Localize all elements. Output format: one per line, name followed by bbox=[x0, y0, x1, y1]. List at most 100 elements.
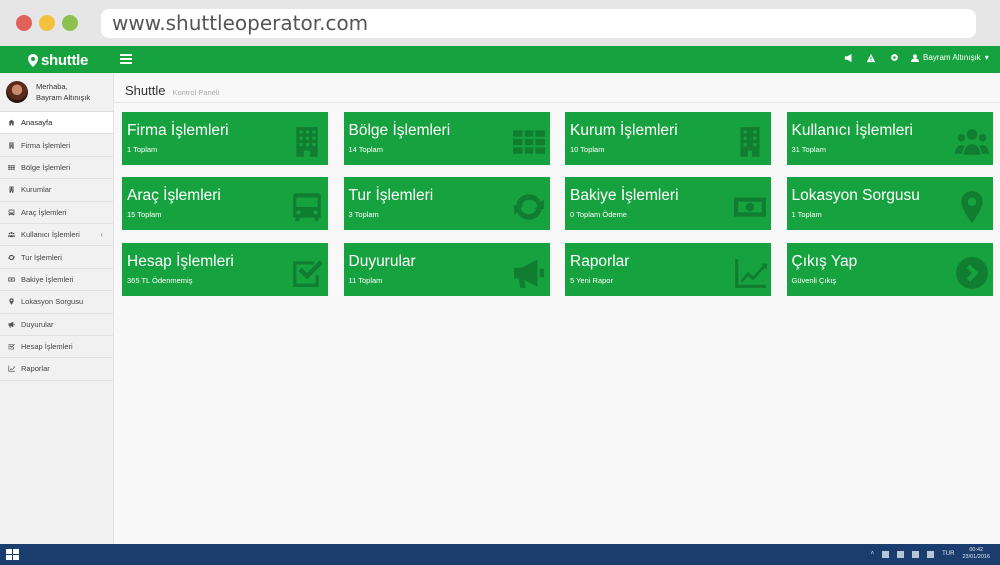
sidebar-item-label: Bölge İşlemleri bbox=[21, 162, 71, 172]
page-subtitle: Kontrol Paneli bbox=[172, 88, 220, 97]
check-square-icon bbox=[290, 256, 324, 290]
sidebar-item-office[interactable]: Kurumlar bbox=[0, 179, 113, 202]
line-chart-icon bbox=[733, 256, 767, 290]
address-bar[interactable]: www.shuttleoperator.com bbox=[101, 9, 976, 38]
home-icon bbox=[8, 119, 15, 126]
network-icon[interactable] bbox=[882, 550, 890, 558]
sidebar-item-bus[interactable]: Araç İşlemleri bbox=[0, 202, 113, 224]
sidebar-item-users[interactable]: Kullanıcı İşlemleri ‹ bbox=[0, 224, 113, 247]
map-marker-icon bbox=[955, 190, 989, 224]
tile-count: 14 Toplam bbox=[348, 145, 383, 154]
bullhorn-icon[interactable] bbox=[843, 53, 855, 65]
tile-money[interactable]: Bakiye İşlemleri 0 Toplam Ödeme bbox=[565, 177, 771, 230]
tile-bullhorn[interactable]: Duyurular 11 Toplam bbox=[343, 243, 550, 296]
close-window-button[interactable] bbox=[16, 15, 32, 31]
users-icon bbox=[954, 125, 989, 159]
office-icon bbox=[733, 125, 767, 159]
clock[interactable]: 00:42 23/01/2016 bbox=[962, 547, 990, 561]
tile-title: Firma İşlemleri bbox=[127, 122, 229, 139]
tile-count: 15 Toplam bbox=[127, 210, 162, 219]
user-icon bbox=[911, 53, 919, 62]
clock-date: 23/01/2016 bbox=[962, 554, 990, 560]
tile-count: 365 TL Ödenmemiş bbox=[127, 276, 193, 285]
tile-refresh[interactable]: Tur İşlemleri 3 Toplam bbox=[343, 177, 550, 230]
chevron-left-icon[interactable]: ‹ bbox=[100, 230, 103, 239]
sidebar-item-bullhorn[interactable]: Duyurular bbox=[0, 314, 113, 336]
tile-office[interactable]: Kurum İşlemleri 10 Toplam bbox=[565, 112, 771, 165]
gear-icon[interactable] bbox=[888, 53, 900, 65]
browser-toolbar: www.shuttleoperator.com bbox=[0, 0, 1000, 46]
tile-arrow-circle-right[interactable]: Çıkış Yap Güvenli Çıkış bbox=[786, 243, 993, 296]
building-icon bbox=[290, 125, 324, 159]
map-marker-icon bbox=[9, 298, 14, 306]
chevron-up-icon[interactable]: ˄ bbox=[871, 551, 875, 557]
tile-bus[interactable]: Araç İşlemleri 15 Toplam bbox=[122, 177, 328, 230]
sidebar-item-check-square[interactable]: Hesap İşlemleri bbox=[0, 336, 113, 359]
office-icon bbox=[9, 186, 14, 193]
sidebar-item-line-chart[interactable]: Raporlar bbox=[0, 358, 113, 381]
greeting: Merhaba, bbox=[36, 82, 68, 91]
sidebar-item-label: Duyurular bbox=[21, 319, 54, 329]
tile-title: Bölge İşlemleri bbox=[348, 122, 451, 139]
sidebar-item-map-marker[interactable]: Lokasyon Sorgusu bbox=[0, 291, 113, 314]
money-icon bbox=[733, 190, 767, 224]
sidebar-item-building[interactable]: Firma İşlemleri bbox=[0, 134, 113, 157]
windows-start-icon[interactable] bbox=[6, 549, 19, 560]
warning-icon[interactable] bbox=[865, 53, 877, 65]
user-menu[interactable]: Bayram Altınışık ▾ bbox=[911, 53, 989, 62]
refresh-icon bbox=[512, 190, 546, 224]
sidebar-item-label: Firma İşlemleri bbox=[21, 140, 71, 150]
refresh-icon bbox=[8, 254, 15, 260]
tile-count: 1 Toplam bbox=[791, 210, 822, 219]
sidebar-item-home[interactable]: Anasayfa bbox=[0, 112, 113, 135]
sidebar-item-label: Anasayfa bbox=[21, 118, 53, 128]
tile-count: 11 Toplam bbox=[348, 276, 383, 285]
building-icon bbox=[9, 142, 14, 149]
signal-icon[interactable] bbox=[912, 550, 920, 558]
minimize-window-button[interactable] bbox=[39, 15, 55, 31]
tile-check-square[interactable]: Hesap İşlemleri 365 TL Ödenmemiş bbox=[122, 243, 328, 296]
arrow-circle-right-icon bbox=[955, 256, 989, 290]
tile-building[interactable]: Firma İşlemleri 1 Toplam bbox=[122, 112, 328, 165]
tile-line-chart[interactable]: Raporlar 5 Yeni Rapor bbox=[565, 243, 771, 296]
tile-users[interactable]: Kullanıcı İşlemleri 31 Toplam bbox=[786, 112, 993, 165]
maximize-window-button[interactable] bbox=[62, 15, 78, 31]
grid-icon bbox=[8, 165, 15, 170]
tile-title: Tur İşlemleri bbox=[348, 187, 434, 204]
tile-map-marker[interactable]: Lokasyon Sorgusu 1 Toplam bbox=[786, 177, 993, 230]
tile-title: Raporlar bbox=[570, 253, 630, 270]
sidebar-item-grid[interactable]: Bölge İşlemleri bbox=[0, 157, 113, 180]
sidebar-item-label: Kurumlar bbox=[21, 185, 52, 195]
sidebar-item-label: Araç İşlemleri bbox=[21, 207, 67, 217]
logo[interactable]: shuttle bbox=[28, 50, 88, 70]
sidebar-item-money[interactable]: Bakiye İşlemleri bbox=[0, 269, 113, 292]
hamburger-menu-icon[interactable] bbox=[120, 54, 132, 65]
logo-text: shuttle bbox=[41, 51, 89, 69]
taskbar: ˄ TUR 00:42 23/01/2016 bbox=[0, 544, 1000, 565]
main-content: Shuttle Kontrol Paneli Firma İşlemleri 1 … bbox=[114, 73, 1000, 544]
battery-icon[interactable] bbox=[897, 550, 905, 558]
language-indicator[interactable]: TUR bbox=[942, 551, 954, 557]
tile-title: Araç İşlemleri bbox=[127, 187, 221, 204]
tile-title: Duyurular bbox=[348, 253, 416, 270]
sidebar-item-label: Kullanıcı İşlemleri bbox=[21, 230, 80, 240]
tile-count: Güvenli Çıkış bbox=[791, 276, 837, 285]
money-icon bbox=[8, 277, 15, 282]
bullhorn-icon bbox=[512, 256, 546, 290]
tile-count: 10 Toplam bbox=[570, 145, 605, 154]
system-tray: ˄ TUR 00:42 23/01/2016 bbox=[871, 547, 990, 561]
sidebar-item-label: Hesap İşlemleri bbox=[21, 342, 73, 352]
clock-time: 00:42 bbox=[969, 547, 984, 553]
tile-count: 5 Yeni Rapor bbox=[570, 276, 613, 285]
tile-title: Kurum İşlemleri bbox=[570, 122, 678, 139]
bus-icon bbox=[8, 209, 15, 216]
divider bbox=[114, 102, 1000, 103]
tile-title: Hesap İşlemleri bbox=[127, 253, 234, 270]
bullhorn-icon bbox=[8, 321, 15, 328]
tile-grid[interactable]: Bölge İşlemleri 14 Toplam bbox=[343, 112, 550, 165]
tile-title: Bakiye İşlemleri bbox=[570, 187, 679, 204]
volume-icon[interactable] bbox=[927, 550, 935, 558]
check-square-icon bbox=[8, 343, 15, 350]
sidebar-item-refresh[interactable]: Tur İşlemleri bbox=[0, 246, 113, 269]
app-header: shuttle Bayram Altınışık ▾ bbox=[0, 46, 1000, 73]
